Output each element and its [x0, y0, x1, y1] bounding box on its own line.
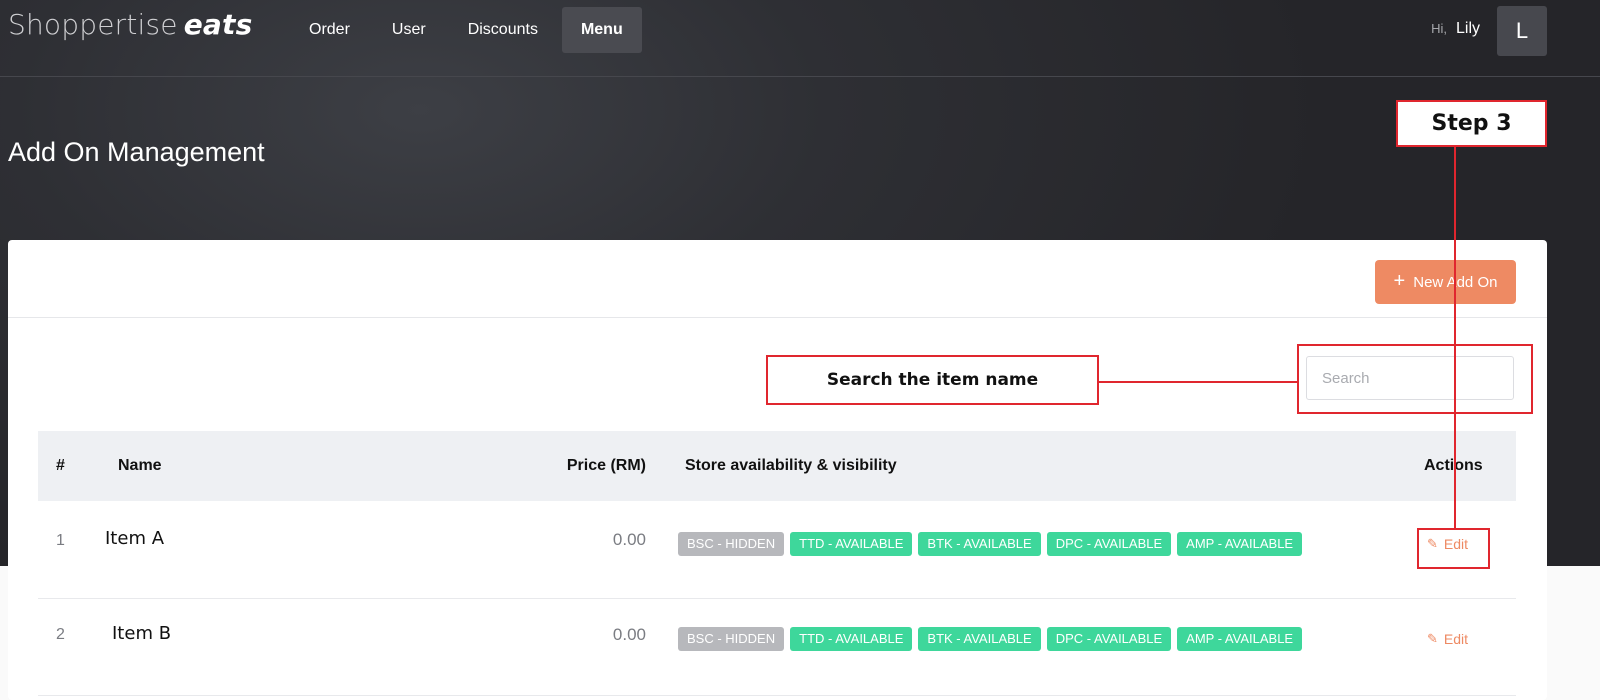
table-row: 2 Item B 0.00 BSC - HIDDEN TTD - AVAILAB…: [38, 599, 1516, 696]
nav-item-user[interactable]: User: [371, 7, 447, 53]
plus-icon: +: [1393, 269, 1406, 292]
new-add-on-button[interactable]: + New Add On: [1375, 260, 1516, 304]
row-name: Item B: [112, 623, 172, 644]
col-name[interactable]: Name: [118, 431, 162, 501]
top-navbar: Shoppertise eats Order User Discounts Me…: [0, 0, 1600, 77]
card-header: + New Add On: [8, 240, 1547, 318]
brand-name: Shoppertise: [8, 8, 178, 41]
edit-icon: ✎: [1427, 631, 1438, 646]
status-badge: BTK - AVAILABLE: [918, 532, 1041, 556]
edit-label: Edit: [1443, 631, 1469, 647]
status-badge: BSC - HIDDEN: [678, 627, 785, 651]
row-number: 1: [56, 532, 65, 549]
status-badge: DPC - AVAILABLE: [1046, 532, 1172, 556]
edit-button[interactable]: ✎ Edit: [1427, 631, 1468, 647]
edit-highlight-frame: [1417, 528, 1490, 569]
annotation-connector: [1098, 381, 1298, 383]
brand-suffix: eats: [183, 8, 253, 41]
step-label: Step 3: [1431, 111, 1512, 136]
col-number: #: [56, 457, 65, 474]
status-badge: AMP - AVAILABLE: [1177, 627, 1303, 651]
user-greeting: Hi, Lily: [1431, 20, 1480, 38]
status-badge: BSC - HIDDEN: [678, 532, 785, 556]
store-badges: BSC - HIDDEN TTD - AVAILABLE BTK - AVAIL…: [678, 627, 1303, 651]
status-badge: TTD - AVAILABLE: [790, 627, 913, 651]
avatar[interactable]: L: [1497, 6, 1547, 56]
row-price: 0.00: [612, 530, 646, 549]
step-connector: [1454, 146, 1456, 529]
status-badge: TTD - AVAILABLE: [790, 532, 913, 556]
addon-card: + New Add On # Name Price (RM) Store ava…: [8, 240, 1547, 700]
brand-logo[interactable]: Shoppertise eats: [8, 8, 252, 48]
col-price[interactable]: Price (RM): [567, 431, 646, 501]
col-stores: Store availability & visibility: [685, 457, 897, 474]
nav-item-menu[interactable]: Menu: [561, 7, 642, 53]
nav-item-order[interactable]: Order: [288, 7, 371, 53]
greeting-prefix: Hi,: [1431, 21, 1447, 36]
search-highlight-frame: [1297, 344, 1533, 414]
table-header: # Name Price (RM) Store availability & v…: [38, 431, 1516, 501]
search-hint-text: Search the item name: [826, 370, 1039, 390]
row-price: 0.00: [612, 625, 646, 644]
store-badges: BSC - HIDDEN TTD - AVAILABLE BTK - AVAIL…: [678, 532, 1303, 556]
status-badge: AMP - AVAILABLE: [1177, 532, 1303, 556]
nav-item-discounts[interactable]: Discounts: [447, 7, 559, 53]
row-name: Item A: [105, 528, 165, 549]
table-row: 1 Item A 0.00 BSC - HIDDEN TTD - AVAILAB…: [38, 502, 1516, 599]
main-nav: Order User Discounts Menu: [288, 7, 642, 53]
status-badge: BTK - AVAILABLE: [918, 627, 1041, 651]
step-callout: Step 3: [1396, 100, 1547, 147]
user-name: Lily: [1455, 20, 1480, 37]
page-title: Add On Management: [8, 137, 265, 167]
search-hint-callout: Search the item name: [766, 355, 1099, 405]
row-number: 2: [56, 626, 65, 643]
status-badge: DPC - AVAILABLE: [1046, 627, 1172, 651]
